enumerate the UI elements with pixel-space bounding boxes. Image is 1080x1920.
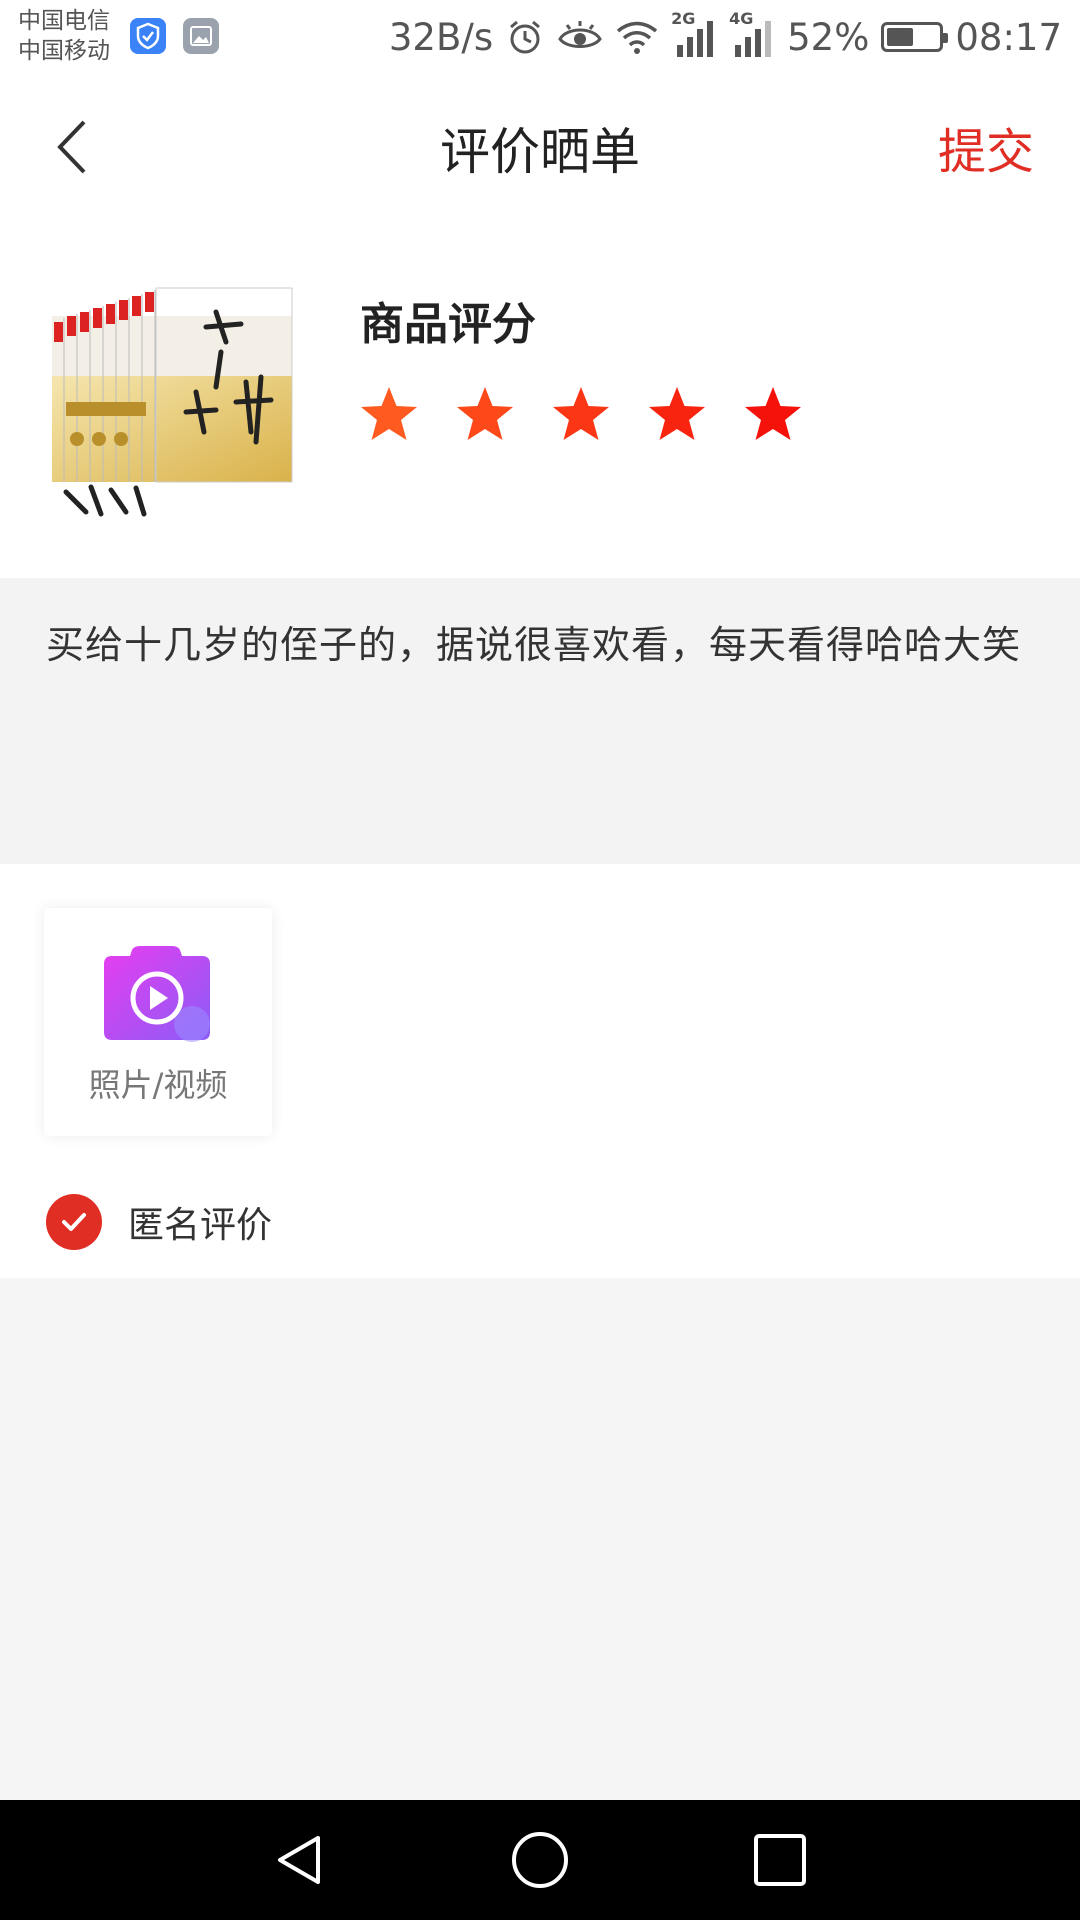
triangle-back-icon <box>278 1836 320 1884</box>
signal-2g-icon: 2G <box>671 9 717 59</box>
app-header: 评价晒单 提交 <box>0 74 1080 220</box>
signal-4g-icon: 4G <box>729 9 775 59</box>
battery-percent: 52% <box>787 15 870 59</box>
eye-icon <box>557 19 603 55</box>
camera-video-icon <box>102 944 212 1044</box>
star-icon[interactable] <box>358 385 420 445</box>
gallery-app-icon <box>183 18 219 54</box>
nav-home-button[interactable] <box>510 1830 570 1890</box>
carrier-1: 中国电信 <box>18 8 110 34</box>
alarm-icon <box>505 17 545 57</box>
status-right-group: 32B/s 2G 4G 52% 08:17 <box>388 9 1062 62</box>
net-speed: 32B/s <box>388 15 494 59</box>
review-text[interactable]: 买给十几岁的侄子的，据说很喜欢看，每天看得哈哈大笑 <box>46 614 1021 669</box>
product-image[interactable] <box>46 282 304 530</box>
upload-label: 照片/视频 <box>88 1066 228 1104</box>
anonymous-label[interactable]: 匿名评价 <box>128 1196 272 1248</box>
nav-recent-button[interactable] <box>750 1830 810 1890</box>
star-icon[interactable] <box>742 385 804 445</box>
anonymous-checkbox[interactable] <box>46 1194 102 1250</box>
media-section: 照片/视频 匿名评价 <box>0 864 1080 1278</box>
shield-app-icon <box>130 18 166 54</box>
rating-label: 商品评分 <box>360 299 536 350</box>
carrier-info: 中国电信 中国移动 <box>18 6 110 66</box>
circle-home-icon <box>512 1832 568 1888</box>
square-recent-icon <box>754 1834 806 1886</box>
product-rating-section: 商品评分 <box>0 220 1080 578</box>
star-icon[interactable] <box>454 385 516 445</box>
star-rating[interactable] <box>358 385 804 445</box>
carrier-2: 中国移动 <box>18 38 110 64</box>
page-title: 评价晒单 <box>440 123 640 181</box>
nav-back-button[interactable] <box>270 1830 330 1890</box>
clock: 08:17 <box>955 15 1062 59</box>
status-bar: 中国电信 中国移动 32B/s 2G 4G 52% 08:17 <box>0 0 1080 74</box>
system-nav-bar <box>0 1800 1080 1920</box>
check-icon <box>62 1213 86 1231</box>
star-icon[interactable] <box>550 385 612 445</box>
upload-photo-video-button[interactable]: 照片/视频 <box>44 908 272 1136</box>
submit-button[interactable]: 提交 <box>938 112 1034 182</box>
battery-fill <box>887 28 914 46</box>
wifi-icon <box>615 19 659 55</box>
battery-icon <box>881 22 949 52</box>
review-textarea[interactable]: 买给十几岁的侄子的，据说很喜欢看，每天看得哈哈大笑 <box>0 578 1080 864</box>
star-icon[interactable] <box>646 385 708 445</box>
